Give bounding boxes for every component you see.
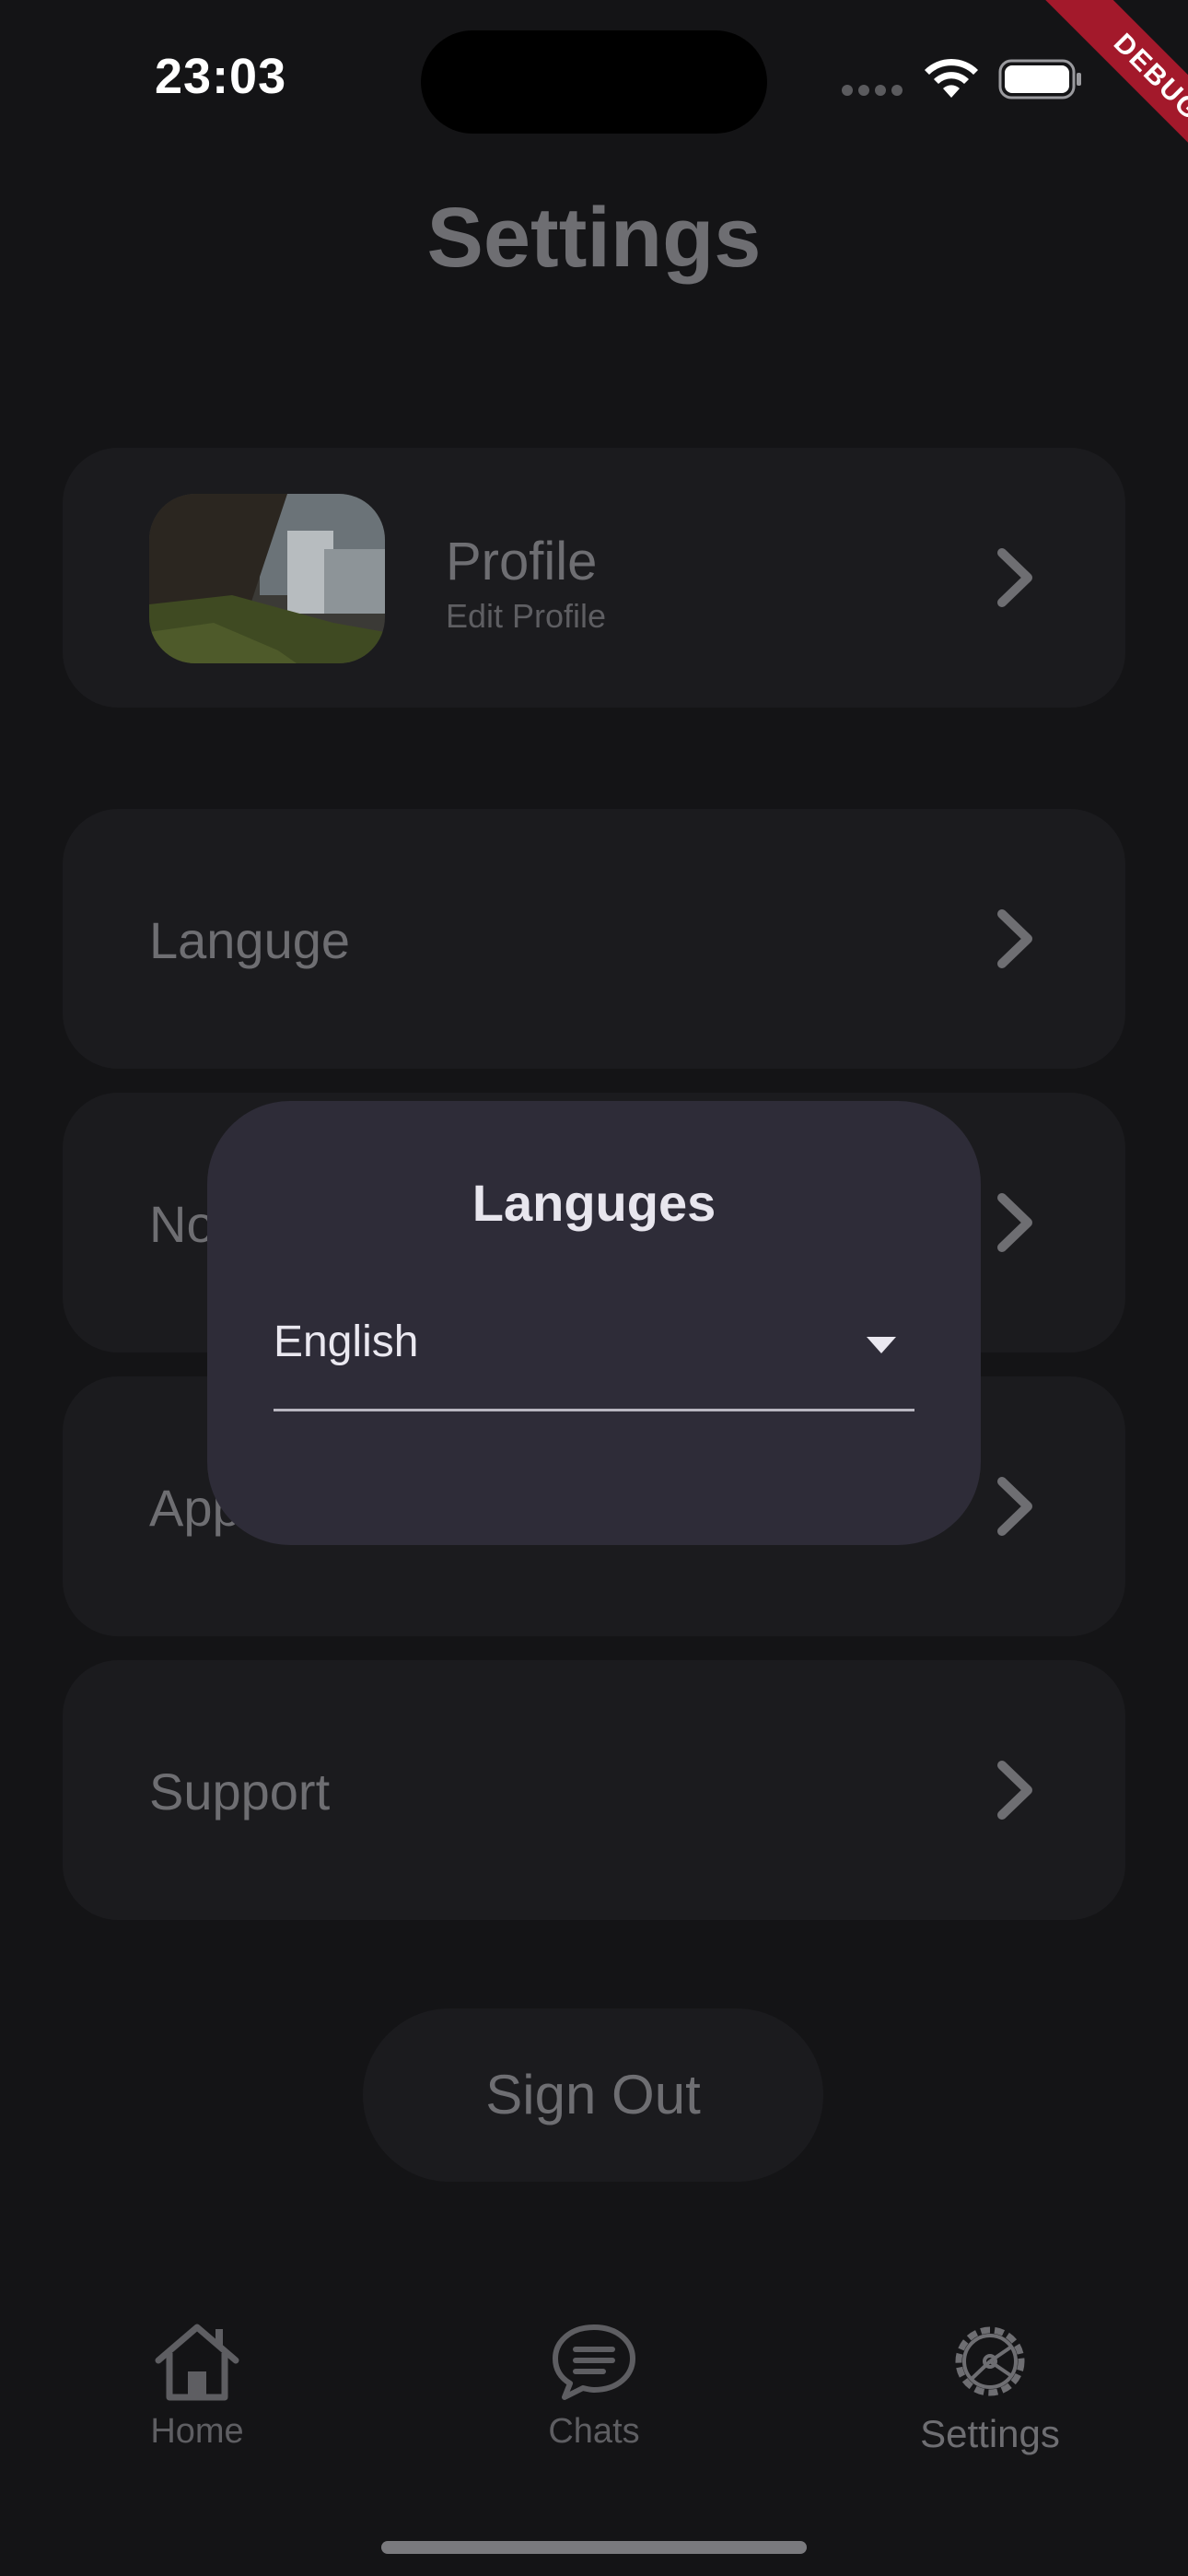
profile-title: Profile	[446, 532, 598, 591]
settings-item-language[interactable]: Languge	[63, 809, 1125, 1069]
home-icon	[155, 2324, 239, 2401]
status-time: 23:03	[155, 49, 287, 104]
chevron-right-icon	[997, 1761, 1032, 1820]
chevron-right-icon	[997, 1477, 1032, 1536]
profile-card[interactable]: Profile Edit Profile	[63, 448, 1125, 708]
chevron-right-icon	[997, 909, 1032, 968]
page-title: Settings	[426, 191, 762, 285]
settings-screen: 23:03 DEBUG Settings Profile Edit Profil…	[0, 0, 1188, 2576]
tab-home[interactable]: Home	[96, 2320, 298, 2452]
language-dropdown-value: English	[274, 1317, 419, 1366]
dynamic-island	[421, 30, 767, 134]
tab-settings[interactable]: Settings	[889, 2320, 1091, 2456]
chat-bubble-icon	[553, 2324, 635, 2400]
dropdown-arrow-icon	[867, 1337, 896, 1353]
language-dropdown[interactable]: English	[274, 1302, 914, 1411]
dialog-title: Languges	[472, 1174, 716, 1232]
chevron-right-icon	[997, 1193, 1032, 1252]
home-indicator[interactable]	[381, 2541, 807, 2554]
chevron-right-icon	[997, 548, 1032, 607]
tab-label: Settings	[920, 2412, 1060, 2455]
wifi-icon	[925, 58, 978, 98]
cellular-signal-icon	[842, 85, 904, 98]
battery-icon	[998, 59, 1081, 100]
profile-avatar	[149, 494, 385, 663]
tab-label: Chats	[548, 2412, 640, 2451]
profile-subtitle: Edit Profile	[446, 597, 607, 635]
settings-item-label: Support	[149, 1762, 331, 1821]
settings-gear-icon	[955, 2326, 1025, 2396]
language-dialog: Languges English	[207, 1101, 981, 1545]
settings-item-label: Languge	[149, 911, 351, 969]
tab-label: Home	[150, 2412, 244, 2451]
tab-chats[interactable]: Chats	[493, 2320, 695, 2452]
settings-item-support[interactable]: Support	[63, 1660, 1125, 1920]
sign-out-button[interactable]: Sign Out	[363, 2008, 823, 2182]
